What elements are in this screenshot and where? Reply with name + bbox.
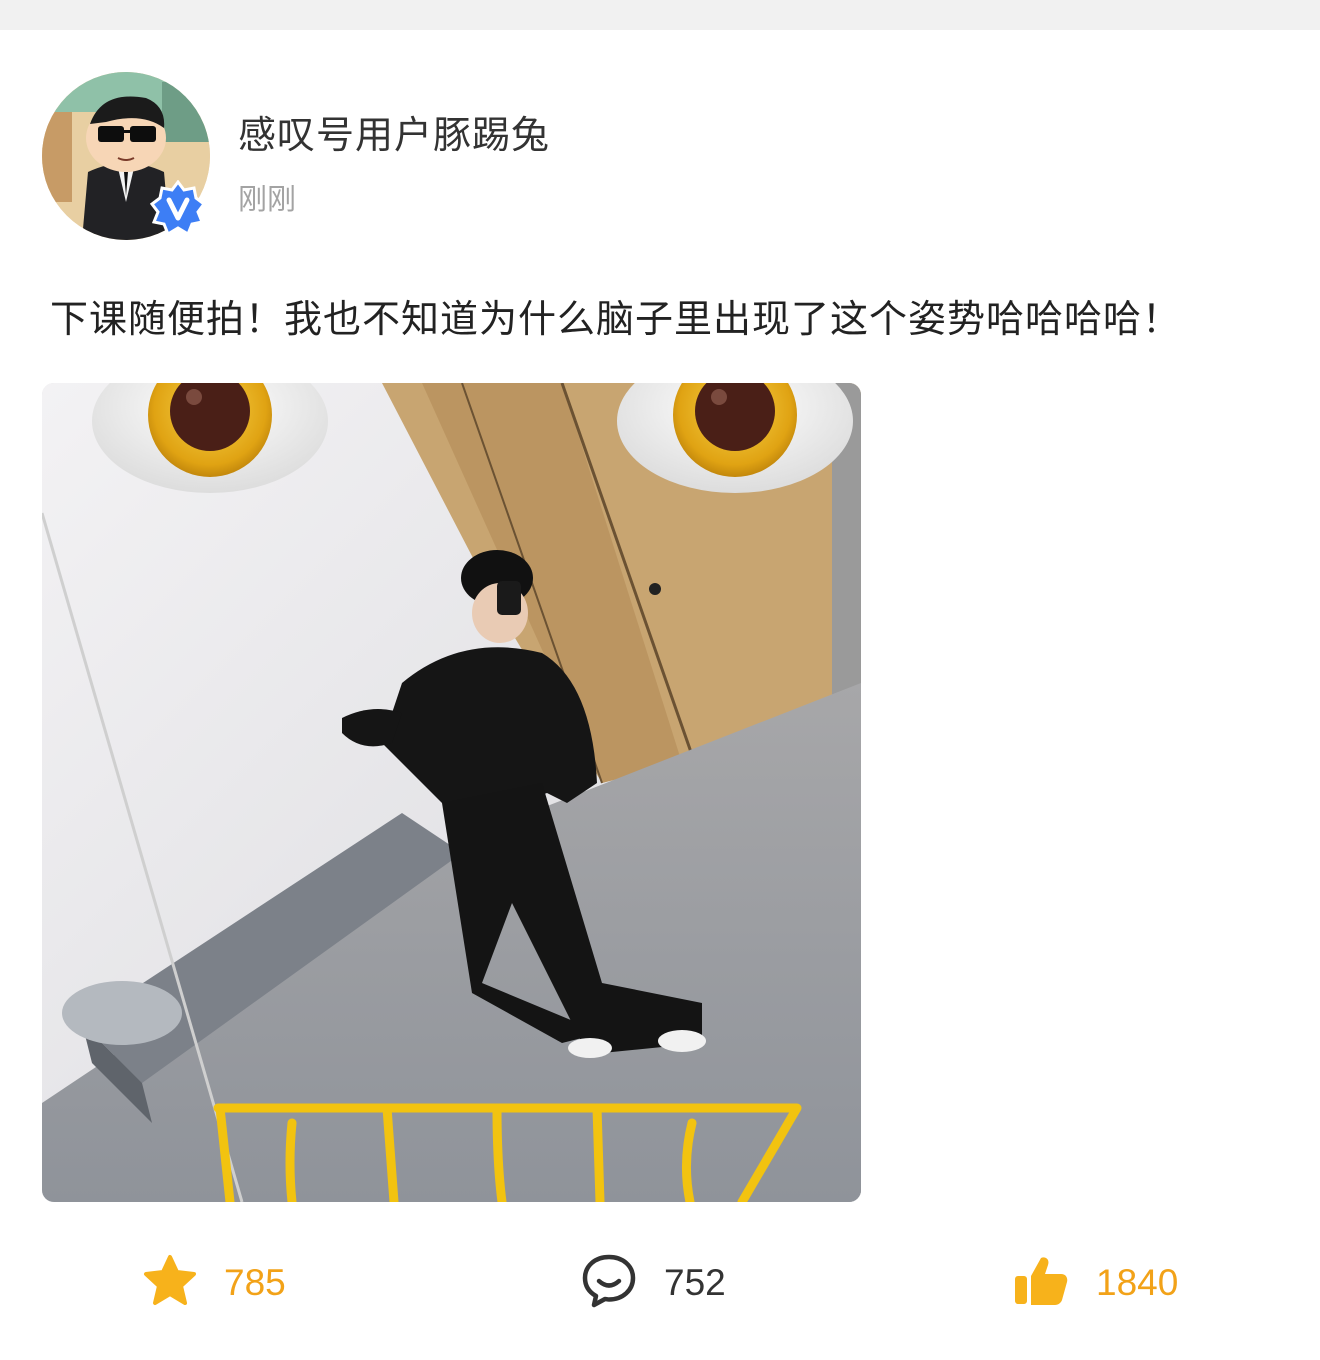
action-bar: 785 752 1840 bbox=[0, 1240, 1320, 1326]
verified-badge-icon bbox=[149, 179, 207, 237]
comment-bubble-icon bbox=[580, 1252, 638, 1314]
post-text: 下课随便拍！我也不知道为什么脑子里出现了这个姿势哈哈哈哈！ bbox=[50, 297, 1182, 341]
like-count: 1840 bbox=[1096, 1262, 1179, 1303]
favorite-count: 785 bbox=[224, 1262, 286, 1303]
author-name[interactable]: 感叹号用户豚踢兔 bbox=[238, 104, 550, 159]
post-card: 感叹号用户豚踢兔 刚刚 下课随便拍！我也不知道为什么脑子里出现了这个姿势哈哈哈哈… bbox=[0, 30, 1320, 1360]
post-photo[interactable] bbox=[42, 383, 861, 1202]
comment-count: 752 bbox=[664, 1262, 726, 1303]
star-icon bbox=[142, 1253, 198, 1313]
thumbs-up-icon bbox=[1012, 1252, 1070, 1314]
like-button[interactable]: 1840 bbox=[1012, 1240, 1178, 1326]
post-timestamp: 刚刚 bbox=[238, 182, 297, 216]
comment-button[interactable]: 752 bbox=[580, 1240, 726, 1326]
favorite-button[interactable]: 785 bbox=[142, 1240, 286, 1326]
